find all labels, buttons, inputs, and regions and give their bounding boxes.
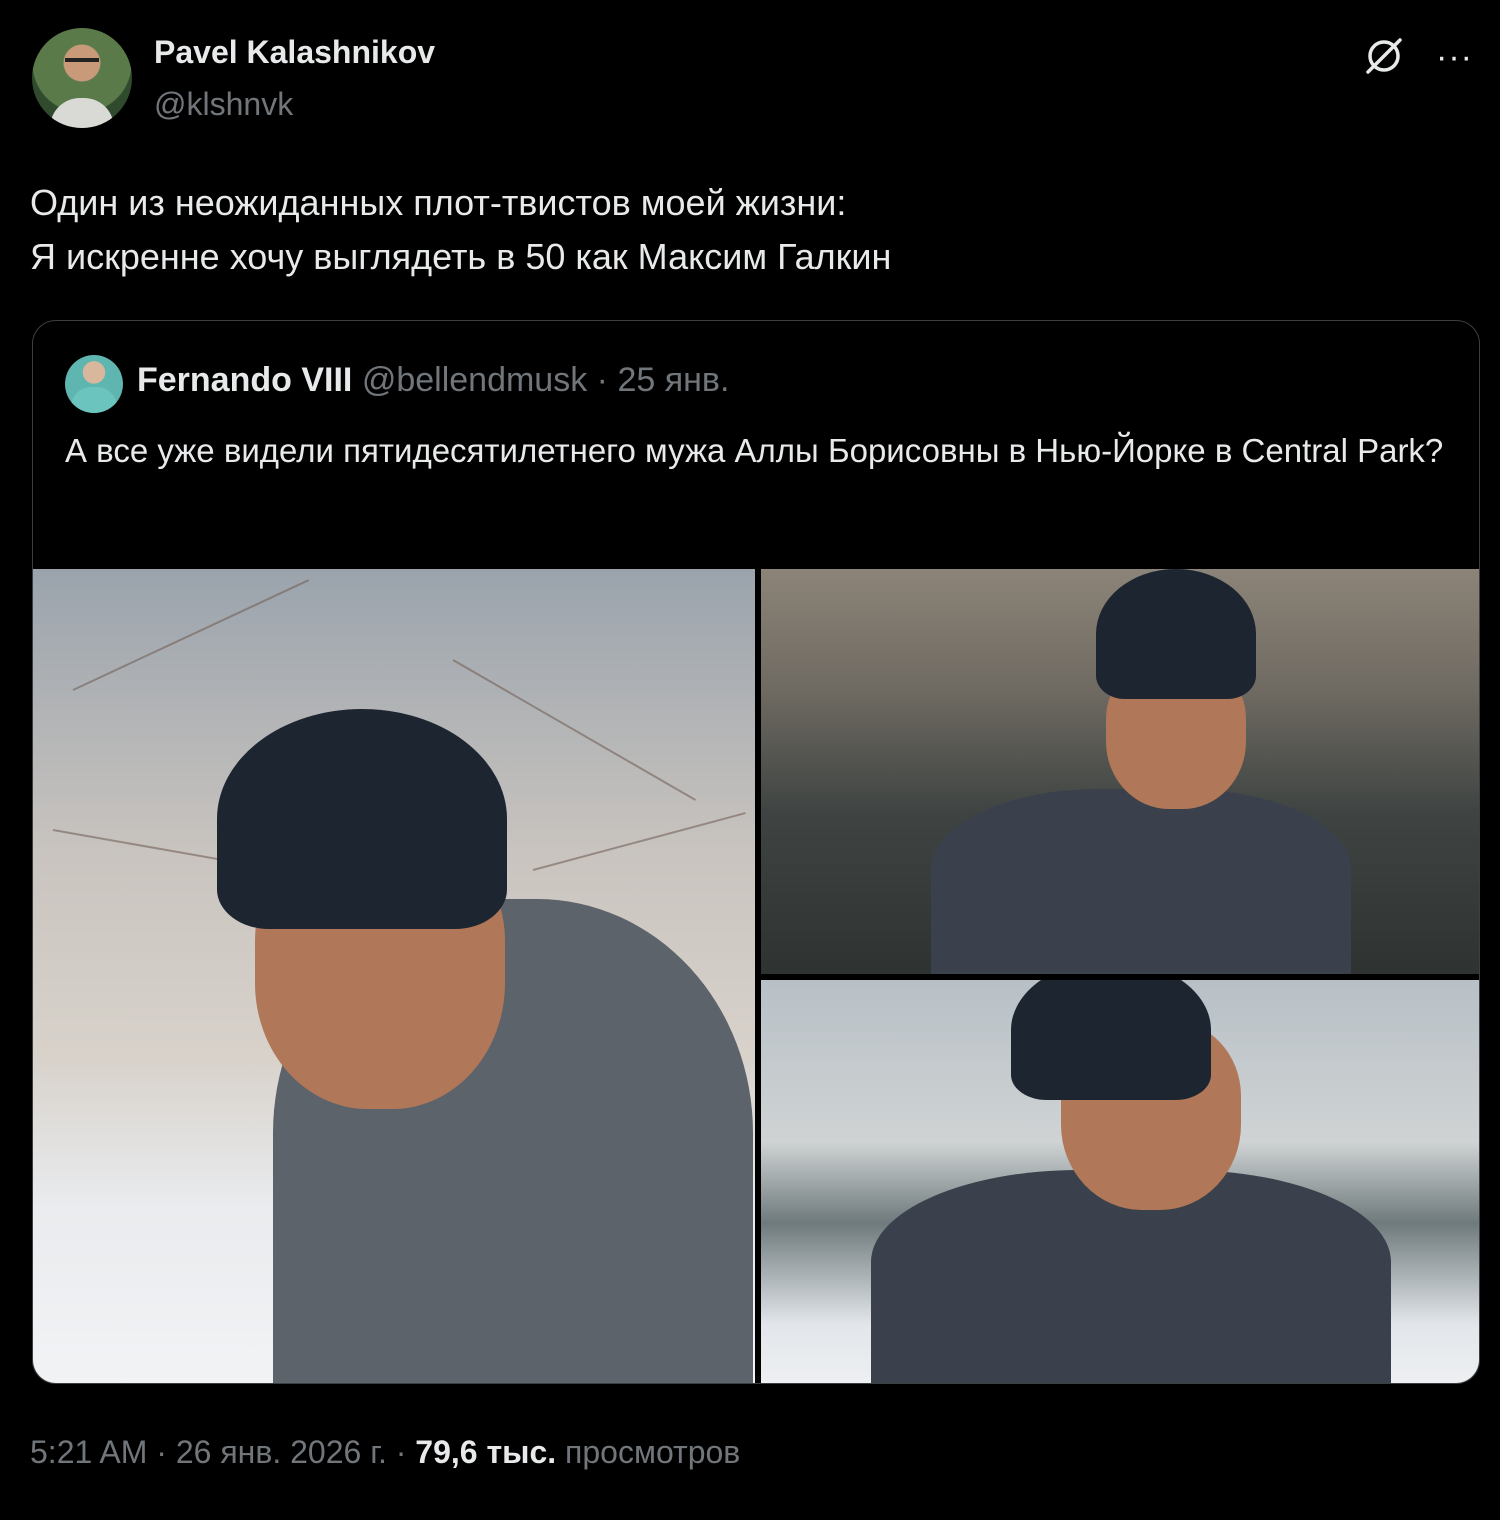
quoted-avatar-shirt <box>71 387 117 413</box>
avatar-glasses <box>65 58 99 70</box>
quoted-author-avatar[interactable] <box>65 355 123 413</box>
quoted-separator: · <box>587 361 618 399</box>
author-handle[interactable]: @klshnvk <box>154 86 293 123</box>
photo-man-by-pond[interactable] <box>761 569 1479 974</box>
tweet-text-line: Я искренне хочу выглядеть в 50 как Макси… <box>30 236 892 277</box>
tweet-text: Один из неожиданных плот-твистов моей жи… <box>30 176 1470 284</box>
quoted-author-name[interactable]: Fernando VIII <box>137 361 352 399</box>
tweet-date[interactable]: 26 янв. 2026 г. <box>176 1434 387 1470</box>
tweet-text-line: Один из неожиданных плот-твистов моей жи… <box>30 182 847 223</box>
quoted-author-handle[interactable]: @bellendmusk <box>362 361 587 399</box>
avatar-shirt <box>50 98 114 128</box>
tweet-time[interactable]: 5:21 AM <box>30 1434 147 1470</box>
author-name[interactable]: Pavel Kalashnikov <box>154 34 435 71</box>
author-avatar[interactable] <box>32 28 132 128</box>
beanie-shape <box>217 709 507 929</box>
tree-branch <box>532 812 746 871</box>
views-label: просмотров <box>556 1434 741 1470</box>
photo-man-looking-up[interactable] <box>761 980 1479 1383</box>
quoted-date[interactable]: 25 янв. <box>617 361 729 399</box>
vest-shape <box>931 789 1351 974</box>
photo-man-beanie-smiling[interactable] <box>33 569 755 1383</box>
meta-separator: · <box>386 1434 416 1470</box>
meta-separator: · <box>147 1434 176 1470</box>
quoted-tweet-text: А все уже видели пятидесятилетнего мужа … <box>65 432 1444 469</box>
quoted-tweet-header: Fernando VIII @bellendmusk · 25 янв. <box>137 361 729 400</box>
views-count[interactable]: 79,6 тыс. <box>415 1434 556 1470</box>
tree-branch <box>72 579 310 691</box>
grok-slash-icon[interactable] <box>1362 34 1406 78</box>
tweet-meta: 5:21 AM · 26 янв. 2026 г. · 79,6 тыс. пр… <box>30 1434 740 1471</box>
media-grid <box>33 569 1479 1383</box>
more-horizontal-icon[interactable]: ··· <box>1436 38 1473 77</box>
beanie-shape <box>1011 980 1211 1100</box>
quoted-tweet-card[interactable]: Fernando VIII @bellendmusk · 25 янв. А в… <box>32 320 1480 1384</box>
beanie-shape <box>1096 569 1256 699</box>
